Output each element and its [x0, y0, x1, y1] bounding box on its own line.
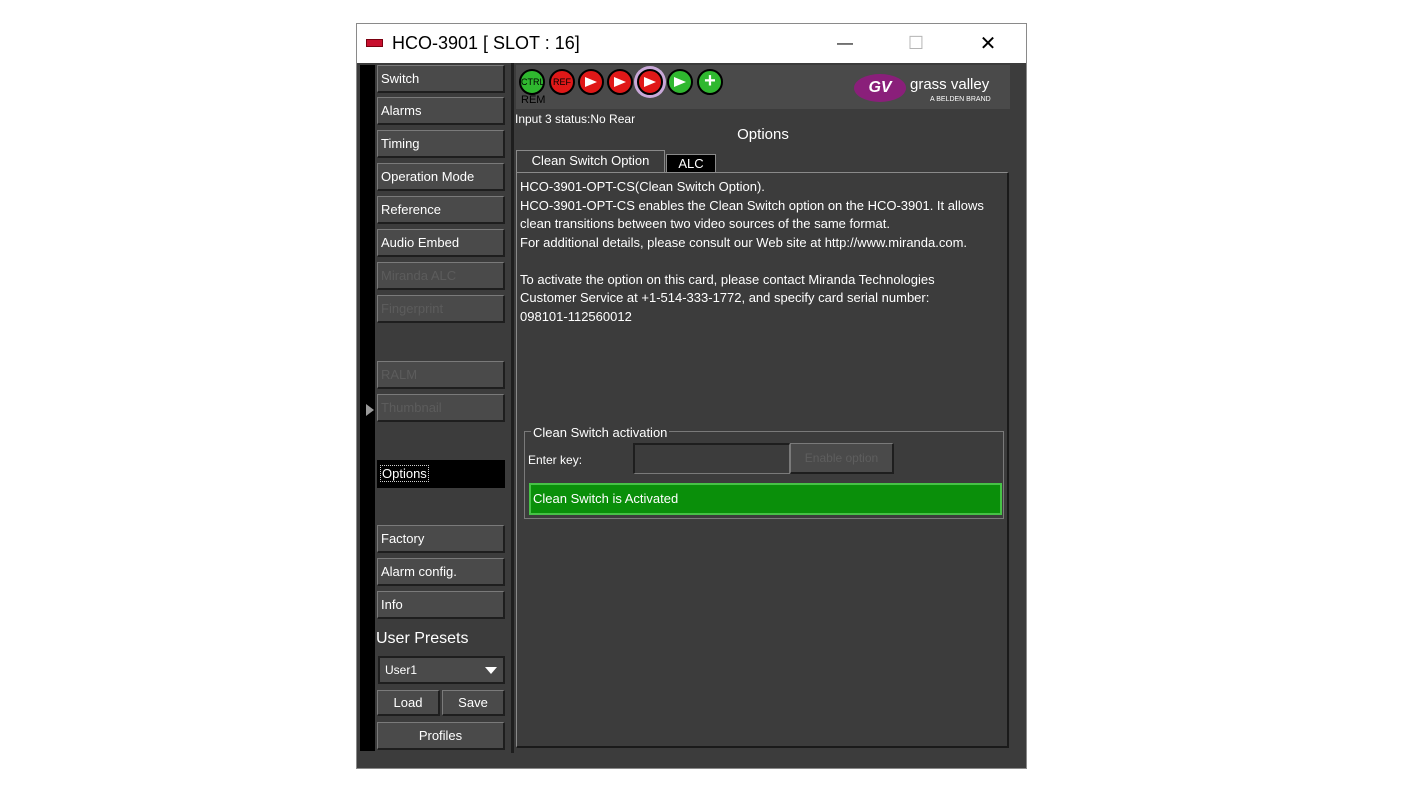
- key-input[interactable]: [633, 443, 790, 474]
- sidebar-item-timing[interactable]: Timing: [377, 130, 505, 158]
- input-3-status-icon[interactable]: [637, 69, 663, 95]
- description-line: HCO-3901-OPT-CS enables the Clean Switch…: [520, 197, 984, 213]
- collapse-strip[interactable]: [360, 65, 375, 751]
- sidebar-item-operation-mode[interactable]: Operation Mode: [377, 163, 505, 191]
- input-status-text: Input 3 status:No Rear: [515, 112, 636, 126]
- main-panel: CTRL REF + REM GV grass valley A BELDEN …: [514, 63, 1012, 751]
- sidebar-item-label: Alarm config.: [381, 564, 457, 579]
- sidebar-item-label: Options: [380, 465, 429, 482]
- sidebar-item-factory[interactable]: Factory: [377, 525, 505, 553]
- save-button[interactable]: Save: [442, 690, 505, 716]
- sidebar-item-options[interactable]: Options: [377, 460, 505, 488]
- description-line: clean transitions between two video sour…: [520, 216, 890, 231]
- ref-label: REF: [553, 77, 571, 87]
- sidebar-item-fingerprint: Fingerprint: [377, 295, 505, 323]
- arrow-right-icon: [614, 77, 626, 87]
- plus-icon: +: [704, 70, 716, 92]
- sidebar-item-label: Switch: [381, 71, 420, 86]
- status-bar: CTRL REF + REM GV grass valley A BELDEN …: [516, 65, 1010, 109]
- sidebar-item-ralm: RALM: [377, 361, 505, 389]
- description-line: Customer Service at +1-514-333-1772, and…: [520, 290, 930, 305]
- arrow-right-icon: [644, 77, 656, 87]
- sidebar: Switch Alarms Timing Operation Mode Refe…: [375, 63, 511, 753]
- sidebar-item-label: RALM: [381, 367, 418, 382]
- sidebar-item-alarms[interactable]: Alarms: [377, 97, 505, 125]
- grass-valley-logo: GV grass valley A BELDEN BRAND: [854, 70, 1004, 108]
- close-button[interactable]: ✕: [965, 24, 1011, 63]
- sidebar-item-label: Factory: [381, 531, 425, 546]
- arrow-right-icon: [585, 77, 597, 87]
- tab-content-panel: HCO-3901-OPT-CS(Clean Switch Option). HC…: [516, 172, 1009, 748]
- activation-group-title: Clean Switch activation: [531, 425, 670, 440]
- load-button[interactable]: Load: [377, 690, 440, 716]
- app-window: HCO-3901 [ SLOT : 16] — ☐ ✕ Switch Alarm…: [356, 23, 1027, 769]
- sidebar-item-label: Reference: [381, 202, 441, 217]
- expand-arrow-icon[interactable]: [366, 404, 374, 416]
- sidebar-item-label: Thumbnail: [381, 400, 442, 415]
- sidebar-item-label: Info: [381, 597, 403, 612]
- logo-name: grass valley: [910, 76, 990, 93]
- description-line: [520, 252, 1000, 271]
- ctrl-status-icon[interactable]: CTRL: [519, 69, 545, 95]
- sidebar-item-label: Operation Mode: [381, 169, 475, 184]
- sidebar-item-thumbnail: Thumbnail: [377, 394, 505, 422]
- sidebar-item-reference[interactable]: Reference: [377, 196, 505, 224]
- description-line: To activate the option on this card, ple…: [520, 271, 935, 287]
- sidebar-item-label: Miranda ALC: [381, 268, 457, 283]
- logo-tagline: A BELDEN BRAND: [930, 96, 991, 103]
- rem-label: REM: [521, 94, 546, 106]
- input-2-status-icon[interactable]: [607, 69, 633, 95]
- sidebar-item-miranda-alc: Miranda ALC: [377, 262, 505, 290]
- activation-status-banner: Clean Switch is Activated: [529, 483, 1002, 515]
- tab-alc[interactable]: ALC: [666, 154, 716, 173]
- user-presets-heading: User Presets: [376, 630, 469, 647]
- description-line: For additional details, please consult o…: [520, 234, 968, 250]
- sidebar-item-info[interactable]: Info: [377, 591, 505, 619]
- output-status-icon[interactable]: [667, 69, 693, 95]
- sidebar-item-audio-embed[interactable]: Audio Embed: [377, 229, 505, 257]
- option-description: HCO-3901-OPT-CS(Clean Switch Option). HC…: [520, 178, 1000, 326]
- sidebar-item-label: Timing: [381, 136, 420, 151]
- window-title: HCO-3901 [ SLOT : 16]: [392, 33, 580, 53]
- gv-logo-icon: GV: [854, 74, 906, 102]
- client-area: Switch Alarms Timing Operation Mode Refe…: [357, 63, 1026, 768]
- sidebar-item-switch[interactable]: Switch: [377, 65, 505, 93]
- ctrl-label: CTRL: [521, 77, 545, 87]
- sidebar-item-label: Alarms: [381, 103, 422, 118]
- activation-group: Clean Switch activation Enter key: Enabl…: [524, 425, 1004, 519]
- app-icon: [366, 39, 383, 47]
- minimize-button[interactable]: —: [822, 24, 868, 63]
- preset-selected-value: User1: [385, 663, 418, 677]
- input-1-status-icon[interactable]: [578, 69, 604, 95]
- title-bar[interactable]: HCO-3901 [ SLOT : 16] — ☐ ✕: [357, 24, 1026, 63]
- tab-clean-switch-option[interactable]: Clean Switch Option: [516, 150, 665, 172]
- enter-key-label: Enter key:: [528, 453, 583, 467]
- sidebar-item-label: Audio Embed: [381, 235, 460, 250]
- arrow-right-icon: [674, 77, 686, 87]
- health-status-icon[interactable]: +: [697, 69, 723, 95]
- sidebar-item-alarm-config[interactable]: Alarm config.: [377, 558, 505, 586]
- enable-option-button: Enable option: [790, 443, 894, 474]
- user-preset-dropdown[interactable]: User1: [378, 656, 505, 684]
- description-line: 098101-112560012: [520, 308, 632, 324]
- ref-status-icon[interactable]: REF: [549, 69, 575, 95]
- profiles-button[interactable]: Profiles: [377, 722, 505, 750]
- sidebar-item-label: Fingerprint: [381, 301, 444, 316]
- chevron-down-icon: [485, 667, 497, 674]
- description-line: HCO-3901-OPT-CS(Clean Switch Option).: [520, 179, 765, 194]
- maximize-button[interactable]: ☐: [893, 24, 939, 63]
- page-title: Options: [737, 126, 789, 143]
